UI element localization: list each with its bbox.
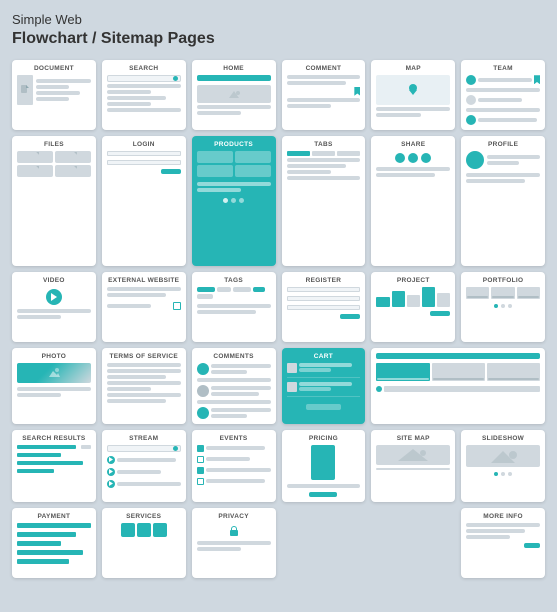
card-events[interactable]: EVENTS: [192, 430, 276, 502]
card-comments[interactable]: COMMENTS: [192, 348, 276, 424]
card-search[interactable]: SEARCH: [102, 60, 186, 130]
card-video[interactable]: VIDEO: [12, 272, 96, 342]
sitemap-grid: DOCUMENT SEARCH: [12, 60, 545, 578]
card-search-results[interactable]: SEARCH RESULTS: [12, 430, 96, 502]
card-products[interactable]: PRODUCTS: [192, 136, 276, 266]
card-more-info[interactable]: MORE INFO: [461, 508, 545, 578]
card-cart[interactable]: CaRT: [282, 348, 366, 424]
card-files[interactable]: FILES: [12, 136, 96, 266]
card-share[interactable]: SHARE: [371, 136, 455, 266]
card-tabs[interactable]: TABS: [282, 136, 366, 266]
card-stream[interactable]: STREAM: [102, 430, 186, 502]
page-title: Simple Web Flowchart / Sitemap Pages: [12, 12, 545, 50]
card-products-detail[interactable]: [371, 348, 545, 424]
card-external[interactable]: EXTERNAL WEBSITE: [102, 272, 186, 342]
card-tags[interactable]: TAGS: [192, 272, 276, 342]
card-portfolio[interactable]: PORTFOLIO: [461, 272, 545, 342]
card-sitemap[interactable]: SITE MAP: [371, 430, 455, 502]
card-photo[interactable]: PHOTO: [12, 348, 96, 424]
card-terms[interactable]: TERMS OF SERVICE: [102, 348, 186, 424]
card-map[interactable]: MAP: [371, 60, 455, 130]
card-register[interactable]: REGISTER: [282, 272, 366, 342]
card-comment[interactable]: COMMENT: [282, 60, 366, 130]
card-team[interactable]: TEAM: [461, 60, 545, 130]
card-payment[interactable]: PAYMENT: [12, 508, 96, 578]
card-services[interactable]: ServICES: [102, 508, 186, 578]
card-pricing[interactable]: PRICING: [282, 430, 366, 502]
card-slideshow[interactable]: SLIDESHOW: [461, 430, 545, 502]
card-project[interactable]: PROJECT: [371, 272, 455, 342]
card-home[interactable]: HOME: [192, 60, 276, 130]
card-privacy[interactable]: PRIVACY: [192, 508, 276, 578]
card-document[interactable]: DOCUMENT: [12, 60, 96, 130]
card-profile[interactable]: PROFILE: [461, 136, 545, 266]
card-login[interactable]: LOGIN: [102, 136, 186, 266]
